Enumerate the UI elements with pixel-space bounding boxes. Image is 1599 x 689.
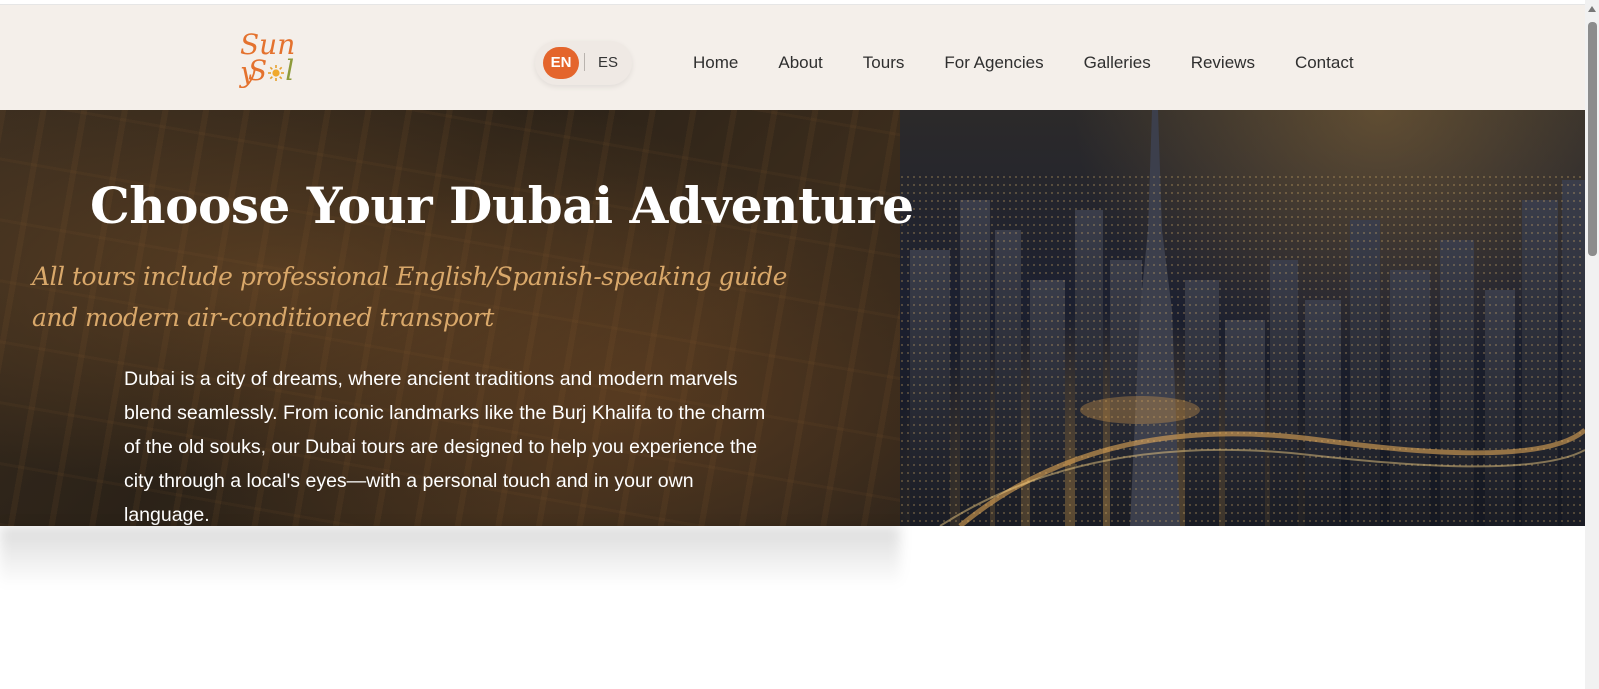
hero-section: Choose Your Dubai Adventure All tours in…: [0, 110, 1585, 526]
nav-for-agencies[interactable]: For Agencies: [944, 45, 1043, 81]
nav-contact[interactable]: Contact: [1295, 45, 1354, 81]
nav-reviews[interactable]: Reviews: [1191, 45, 1255, 81]
hero-description: Dubai is a city of dreams, where ancient…: [124, 368, 766, 526]
nav-tours[interactable]: Tours: [863, 45, 905, 81]
language-es-button[interactable]: ES: [593, 47, 623, 79]
language-switcher: EN ES: [535, 41, 632, 85]
scroll-up-arrow-icon[interactable]: [1588, 6, 1596, 12]
hero-title: Choose Your Dubai Adventure: [90, 176, 914, 235]
sun-icon: [268, 58, 285, 81]
nav-home[interactable]: Home: [693, 45, 738, 81]
scrollbar-thumb[interactable]: [1588, 22, 1597, 256]
logo-letter-s: S: [248, 54, 268, 87]
main-nav: Home About Tours For Agencies Galleries …: [693, 45, 1394, 81]
site-header: Sun y Sl EN ES Home About Tours For Agen…: [0, 5, 1585, 110]
language-separator: [584, 53, 585, 71]
page: Choose Your Dubai Adventure All tours in…: [0, 0, 1599, 689]
logo-line-2: Sl: [248, 57, 294, 85]
nav-about[interactable]: About: [778, 45, 822, 81]
logo-letter-l: l: [285, 54, 295, 87]
nav-galleries[interactable]: Galleries: [1084, 45, 1151, 81]
hero-dubai-skyline-image: [900, 110, 1585, 526]
logo[interactable]: Sun y Sl: [240, 29, 312, 89]
skyline-illustration: [900, 110, 1585, 526]
language-en-button[interactable]: EN: [543, 47, 579, 79]
hero-card-shadow: [0, 526, 900, 586]
hero-subtitle: All tours include professional English/S…: [32, 262, 787, 332]
